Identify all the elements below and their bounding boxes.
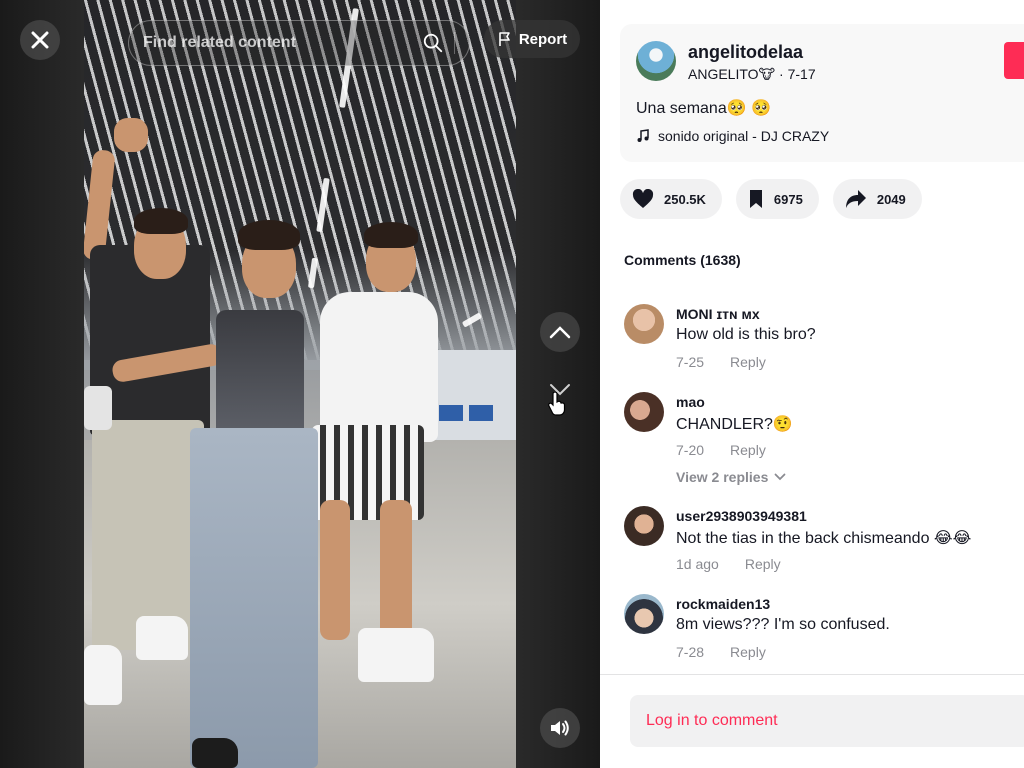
save-button[interactable]: 6975 <box>735 179 819 219</box>
reply-button[interactable]: Reply <box>745 556 781 572</box>
view-replies-label: View 2 replies <box>676 469 769 485</box>
separator-dot: · <box>779 66 784 82</box>
save-count: 6975 <box>773 191 803 207</box>
comment-date: 7-28 <box>676 644 705 660</box>
author-nickname: ANGELITO🐮 <box>688 66 776 82</box>
reply-button[interactable]: Reply <box>730 644 766 660</box>
author-nickname-line: ANGELITO🐮 · 7-17 <box>688 66 816 83</box>
heart-icon <box>632 189 654 208</box>
like-button[interactable]: 250.5K <box>620 179 722 219</box>
comment-meta: 7-20 Reply <box>676 442 766 458</box>
close-icon <box>31 31 49 49</box>
login-prompt: Log in to comment <box>646 712 778 729</box>
comment-date: 7-25 <box>676 354 705 370</box>
details-panel: angelitodelaa ANGELITO🐮 · 7-17 Una seman… <box>600 0 1024 768</box>
commenter-avatar[interactable] <box>624 506 664 546</box>
like-count: 250.5K <box>664 191 706 207</box>
search-box[interactable] <box>128 20 470 66</box>
volume-button[interactable] <box>540 708 580 748</box>
action-bar: 250.5K 6975 2049 <box>620 179 922 219</box>
video-caption: Una semana🥺 🥺 <box>636 100 772 117</box>
search-input[interactable] <box>143 34 422 52</box>
share-count: 2049 <box>876 191 906 207</box>
commenter-avatar[interactable] <box>624 594 664 634</box>
video-player[interactable]: Report <box>0 0 600 768</box>
comments-heading: Comments (1638) <box>624 252 741 268</box>
chevron-down-icon <box>774 473 786 481</box>
music-link[interactable]: sonido original - DJ CRAZY <box>636 128 829 144</box>
share-button[interactable]: 2049 <box>832 179 922 219</box>
hand-pointer-icon <box>548 392 566 416</box>
comment-date: 1d ago <box>676 556 719 572</box>
reply-button[interactable]: Reply <box>730 442 766 458</box>
commenter-username[interactable]: user2938903949381 <box>676 508 807 524</box>
divider <box>600 674 1024 675</box>
search-divider <box>454 32 455 54</box>
music-title: sonido original - DJ CRAZY <box>658 128 830 144</box>
login-to-comment-button[interactable]: Log in to comment <box>630 695 1024 747</box>
commenter-avatar[interactable] <box>624 304 664 344</box>
reply-button[interactable]: Reply <box>730 354 766 370</box>
comment-text: How old is this bro? <box>676 326 816 343</box>
music-note-icon <box>637 129 649 142</box>
volume-icon <box>551 720 569 736</box>
bookmark-icon <box>749 190 762 208</box>
close-button[interactable] <box>20 20 60 60</box>
departure-screen <box>439 405 463 421</box>
comment-date: 7-20 <box>676 442 705 458</box>
search-icon[interactable] <box>422 32 444 54</box>
comment-text: Not the tias in the back chismeando 😂😂 <box>676 530 972 547</box>
departure-screen <box>469 405 493 421</box>
author-avatar[interactable] <box>636 41 676 81</box>
follow-button[interactable] <box>1004 42 1024 79</box>
share-icon <box>845 190 866 208</box>
flag-icon <box>499 32 510 46</box>
comment-text: CHANDLER?🤨 <box>676 416 793 433</box>
commenter-username[interactable]: MONI ɪᴛɴ ᴍx <box>676 306 760 322</box>
report-label: Report <box>518 30 568 48</box>
comment-meta: 1d ago Reply <box>676 556 781 572</box>
commenter-avatar[interactable] <box>624 392 664 432</box>
comment-meta: 7-25 Reply <box>676 354 766 370</box>
comment-meta: 7-28 Reply <box>676 644 766 660</box>
author-username[interactable]: angelitodelaa <box>688 42 803 63</box>
view-replies-button[interactable]: View 2 replies <box>676 469 786 485</box>
comment-text: 8m views??? I'm so confused. <box>676 616 890 633</box>
chevron-up-icon <box>549 326 571 339</box>
report-button[interactable]: Report <box>484 20 580 58</box>
commenter-username[interactable]: mao <box>676 394 705 410</box>
phone <box>84 386 112 430</box>
post-date: 7-17 <box>787 66 816 82</box>
video-frame[interactable] <box>84 0 516 768</box>
author-card: angelitodelaa ANGELITO🐮 · 7-17 Una seman… <box>620 24 1024 162</box>
commenter-username[interactable]: rockmaiden13 <box>676 596 770 612</box>
previous-video-button[interactable] <box>540 312 580 352</box>
